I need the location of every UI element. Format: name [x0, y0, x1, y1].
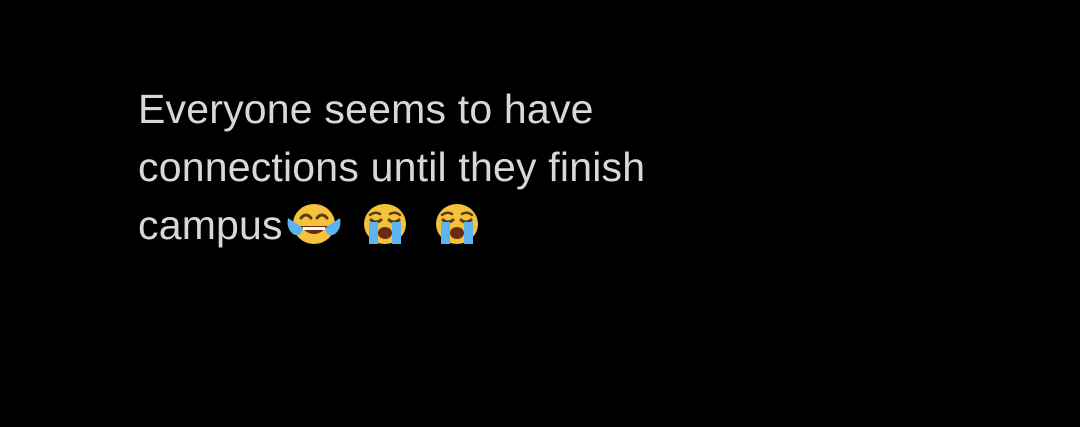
loudly-crying-face-icon — [428, 202, 486, 246]
post-screenshot: Everyone seems to have connections until… — [0, 0, 1080, 427]
post-text-line-1: Everyone seems to have — [138, 86, 594, 132]
face-with-tears-of-joy-icon — [285, 202, 343, 246]
loudly-crying-face-icon — [356, 202, 414, 246]
post-text-line-3: campus — [138, 196, 958, 260]
post-text: Everyone seems to have connections until… — [138, 80, 958, 260]
emoji-row — [285, 202, 488, 260]
post-text-line-3-word: campus — [138, 202, 283, 248]
post-text-line-2: connections until they finish — [138, 144, 646, 190]
